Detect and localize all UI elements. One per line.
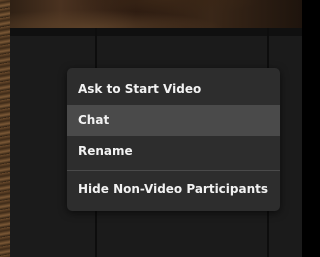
menu-item-ask-to-start-video[interactable]: Ask to Start Video xyxy=(67,74,280,105)
participant-context-menu: Ask to Start Video Chat Rename Hide Non-… xyxy=(67,68,280,211)
menu-item-hide-non-video-participants[interactable]: Hide Non-Video Participants xyxy=(67,174,280,205)
participant-video-left xyxy=(0,0,10,257)
gallery-gap xyxy=(10,28,302,36)
video-meeting-view: Ask to Start Video Chat Rename Hide Non-… xyxy=(0,0,302,257)
menu-separator xyxy=(67,170,280,171)
menu-item-rename[interactable]: Rename xyxy=(67,136,280,167)
participant-video-top xyxy=(0,0,302,28)
menu-item-chat[interactable]: Chat xyxy=(67,105,280,136)
